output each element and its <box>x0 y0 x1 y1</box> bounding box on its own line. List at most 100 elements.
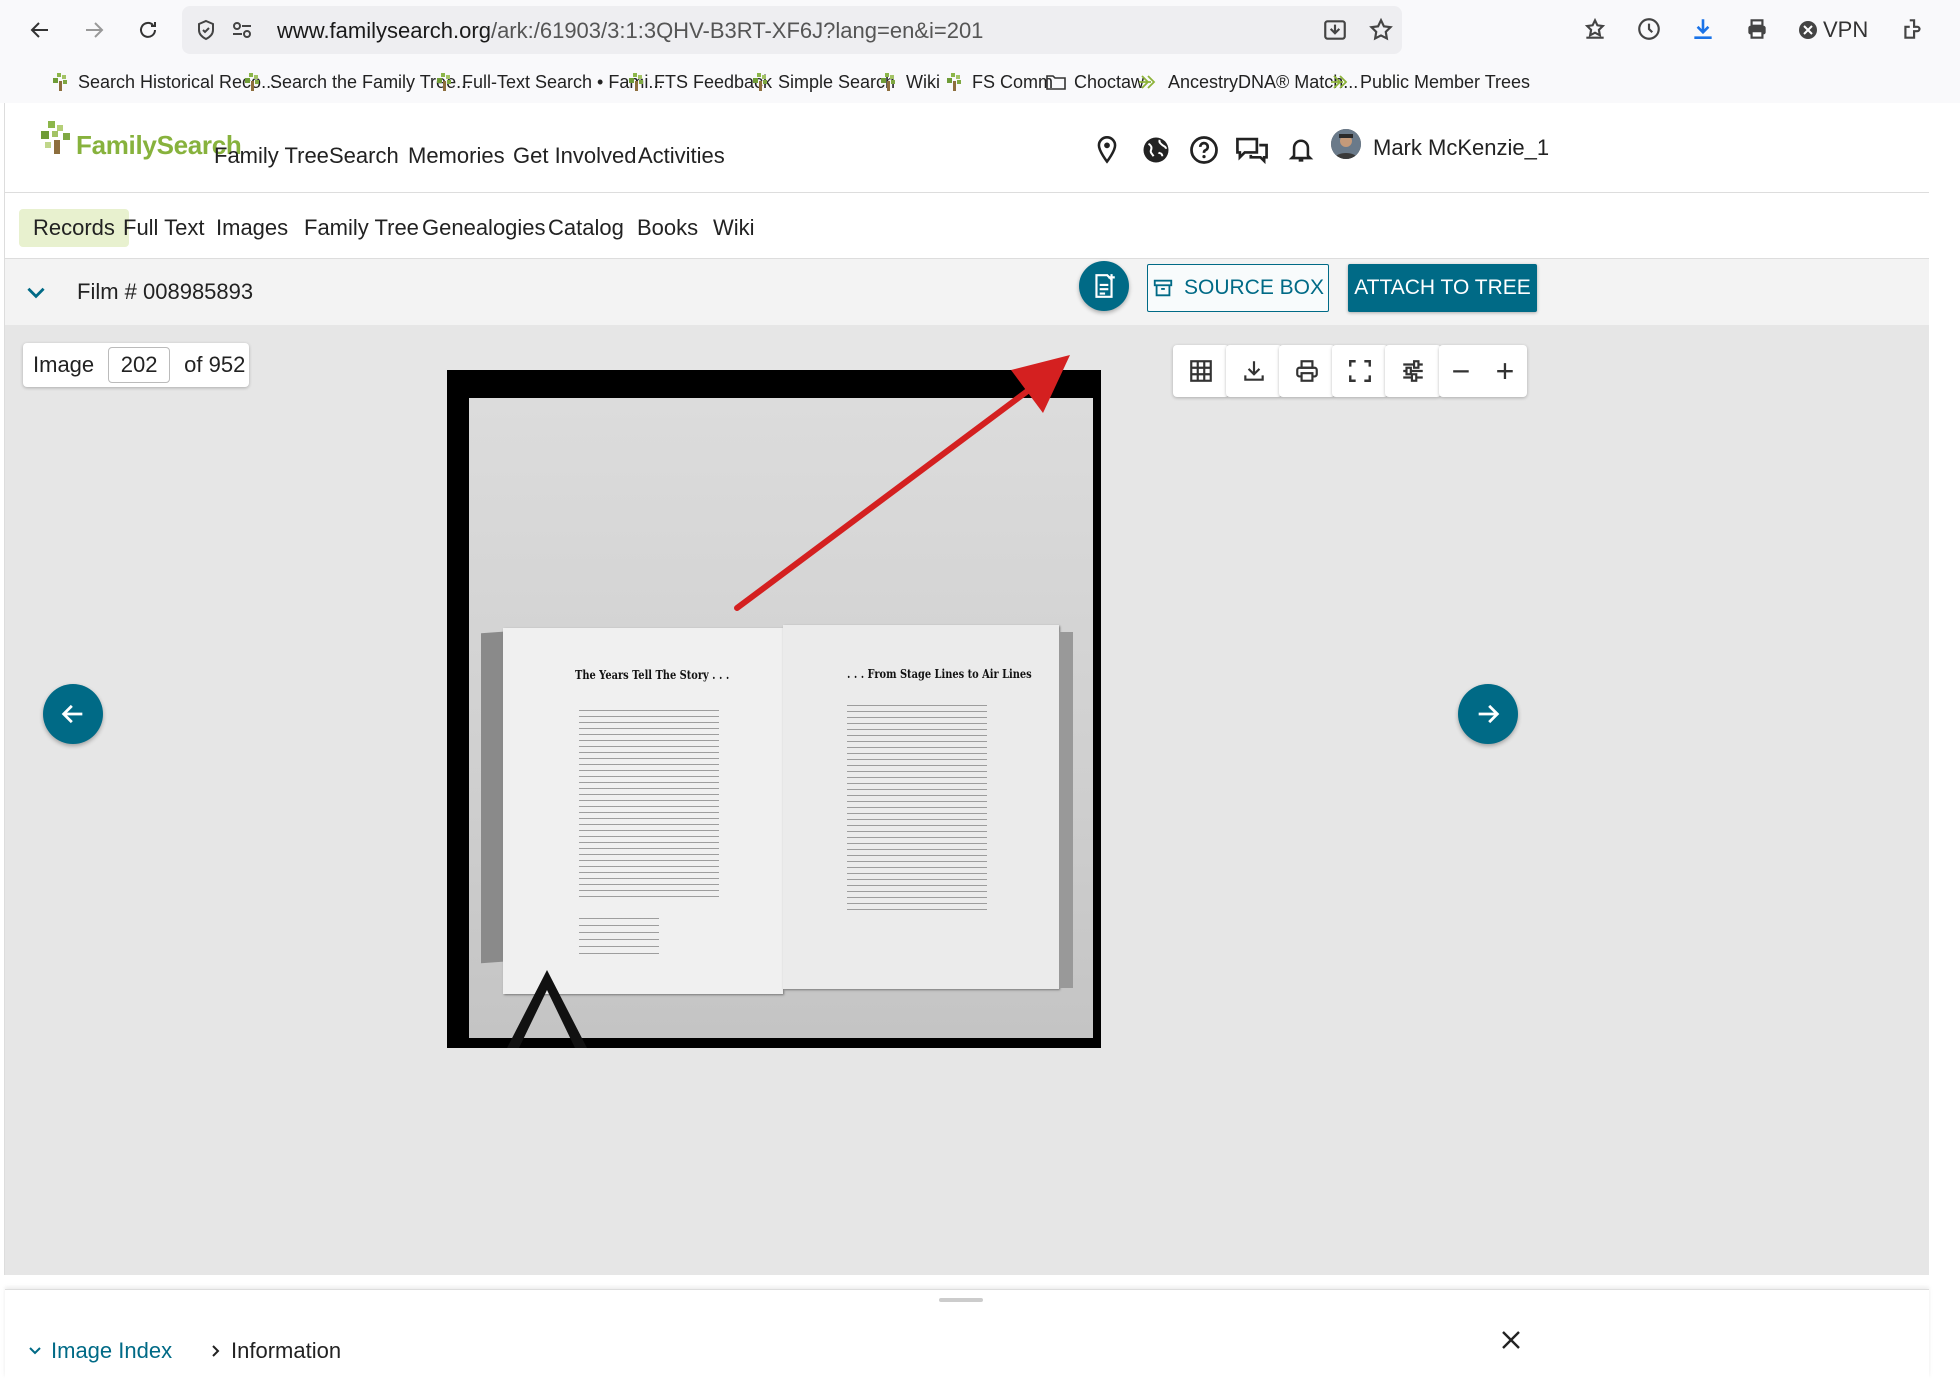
bookmark-item[interactable]: Wiki <box>880 68 940 96</box>
download-button[interactable] <box>1226 345 1282 397</box>
vpn-button[interactable]: VPN <box>1798 17 1868 43</box>
help-icon[interactable] <box>1189 135 1219 170</box>
film-number: Film # 008985893 <box>77 279 254 304</box>
bottom-panel: Image Index Information <box>5 1289 1929 1378</box>
image-index-label: Image Index <box>51 1338 173 1363</box>
back-icon[interactable] <box>22 12 58 48</box>
bookmark-item[interactable]: Search Historical Reco... <box>52 68 276 96</box>
avatar[interactable] <box>1331 129 1361 159</box>
downloads-icon[interactable] <box>1690 16 1716 47</box>
grid-icon <box>1190 360 1212 382</box>
information-label: Information <box>231 1338 342 1363</box>
print-button[interactable] <box>1279 345 1335 397</box>
right-page-text-lines <box>847 705 987 915</box>
source-box-button[interactable]: SOURCE BOX <box>1147 264 1329 312</box>
ancestry-leaf-icon <box>1138 73 1160 91</box>
address-bar[interactable]: www.familysearch.org/ark:/61903/3:1:3QHV… <box>182 6 1402 54</box>
page-permissions-icon[interactable] <box>230 18 254 47</box>
print-icon[interactable] <box>1744 16 1770 47</box>
zoom-in-button[interactable]: + <box>1496 353 1515 390</box>
attach-to-tree-label: ATTACH TO TREE <box>1354 276 1531 299</box>
vpn-label: VPN <box>1823 17 1869 42</box>
familysearch-tree-icon <box>752 72 770 92</box>
arrow-right-icon <box>1478 704 1500 724</box>
right-page-title: . . . From Stage Lines to Air Lines <box>847 667 1032 681</box>
left-page-title: The Years Tell The Story . . . <box>575 668 730 682</box>
reload-icon[interactable] <box>130 12 166 48</box>
user-name[interactable]: Mark McKenzie_1 <box>1373 135 1549 161</box>
image-pager: Image of 952 <box>23 343 249 387</box>
attach-to-tree-button[interactable]: ATTACH TO TREE <box>1348 264 1537 312</box>
previous-image-button[interactable] <box>43 684 103 744</box>
folder-icon <box>1046 73 1066 91</box>
download-page-icon[interactable] <box>1322 17 1348 48</box>
history-icon[interactable] <box>1636 16 1662 47</box>
arrow-left-icon <box>61 704 83 724</box>
bookmark-item[interactable]: FS Comm <box>946 68 1053 96</box>
fullscreen-button[interactable] <box>1332 345 1388 397</box>
familysearch-tree-icon <box>880 72 898 92</box>
left-page-text-lines <box>579 710 719 900</box>
bookmark-label: Choctaw <box>1074 71 1145 92</box>
left-page-signature-lines <box>579 918 659 954</box>
bookmark-label: Public Member Trees <box>1360 71 1531 92</box>
url-domain: www.familysearch.org <box>277 18 491 43</box>
bookmark-item[interactable]: AncestryDNA® Match... <box>1138 68 1358 96</box>
close-icon[interactable] <box>1499 1328 1523 1357</box>
bookmark-item[interactable]: Public Member Trees <box>1330 68 1530 96</box>
note-add-icon <box>1095 274 1115 298</box>
familysearch-tree-icon <box>436 72 454 92</box>
familysearch-app: FamilySearch Family Tree Search Memories… <box>4 103 1929 1378</box>
url-text[interactable]: www.familysearch.org/ark:/61903/3:1:3QHV… <box>277 18 983 44</box>
image-index-toggle[interactable]: Image Index <box>27 1338 172 1364</box>
browser-chrome: www.familysearch.org/ark:/61903/3:1:3QHV… <box>0 0 1960 103</box>
favorites-icon[interactable] <box>1582 16 1608 47</box>
ancestry-leaf-icon <box>1330 73 1352 91</box>
nav-family-tree[interactable]: Family Tree <box>214 143 329 169</box>
fullscreen-icon <box>1349 360 1371 382</box>
nav-memories[interactable]: Memories <box>408 143 505 169</box>
bookmark-label: Simple Search <box>778 71 896 92</box>
image-number-input[interactable] <box>108 347 171 383</box>
nav-get-involved[interactable]: Get Involved <box>513 143 637 169</box>
user-photo-icon <box>1331 129 1361 159</box>
search-subnav: Records Full Text Images Family Tree Gen… <box>5 193 1929 259</box>
image-label: Image <box>33 352 95 377</box>
forward-icon[interactable] <box>76 12 112 48</box>
nav-search[interactable]: Search <box>329 143 399 169</box>
vpn-off-icon <box>1799 21 1817 39</box>
adjust-image-button[interactable] <box>1385 345 1441 397</box>
collapse-chevron-icon[interactable] <box>23 279 49 310</box>
tab-images[interactable]: Images <box>202 209 302 247</box>
next-image-button[interactable] <box>1458 684 1518 744</box>
bookmark-item[interactable]: Choctaw <box>1046 68 1144 96</box>
archive-box-icon <box>1153 279 1173 297</box>
information-toggle[interactable]: Information <box>209 1338 341 1364</box>
tab-wiki[interactable]: Wiki <box>699 209 769 247</box>
annotation-arrow-icon <box>734 355 1070 611</box>
image-viewer: Image of 952 The Years Tell The Story . … <box>5 325 1929 1275</box>
shield-icon[interactable] <box>194 18 218 47</box>
familysearch-tree-icon <box>244 72 262 92</box>
messages-icon[interactable] <box>1235 135 1269 170</box>
right-page-edge <box>1059 632 1073 988</box>
download-icon <box>1244 361 1264 381</box>
right-page: . . . From Stage Lines to Air Lines <box>783 625 1059 989</box>
extensions-icon[interactable] <box>1900 16 1926 47</box>
bookmark-item[interactable]: FTS Feedback <box>628 68 772 96</box>
grid-view-button[interactable] <box>1173 345 1229 397</box>
bookmark-label: FS Comm <box>972 71 1053 92</box>
bookmark-label: Wiki <box>906 71 940 92</box>
familysearch-logo[interactable]: FamilySearch <box>39 119 242 161</box>
add-note-button[interactable] <box>1079 261 1129 311</box>
film-toolbar: Film # 008985893 SOURCE BOX ATTACH TO TR… <box>5 259 1929 325</box>
zoom-out-button[interactable]: − <box>1452 353 1471 390</box>
bookmark-item[interactable]: Simple Search <box>752 68 895 96</box>
panel-drag-handle[interactable] <box>939 1298 983 1302</box>
notifications-bell-icon[interactable] <box>1287 135 1315 170</box>
nav-activities[interactable]: Activities <box>638 143 725 169</box>
globe-icon[interactable] <box>1141 135 1171 170</box>
bookmark-star-icon[interactable] <box>1368 17 1394 48</box>
left-page: The Years Tell The Story . . . <box>503 628 783 994</box>
location-pin-icon[interactable] <box>1093 135 1121 170</box>
